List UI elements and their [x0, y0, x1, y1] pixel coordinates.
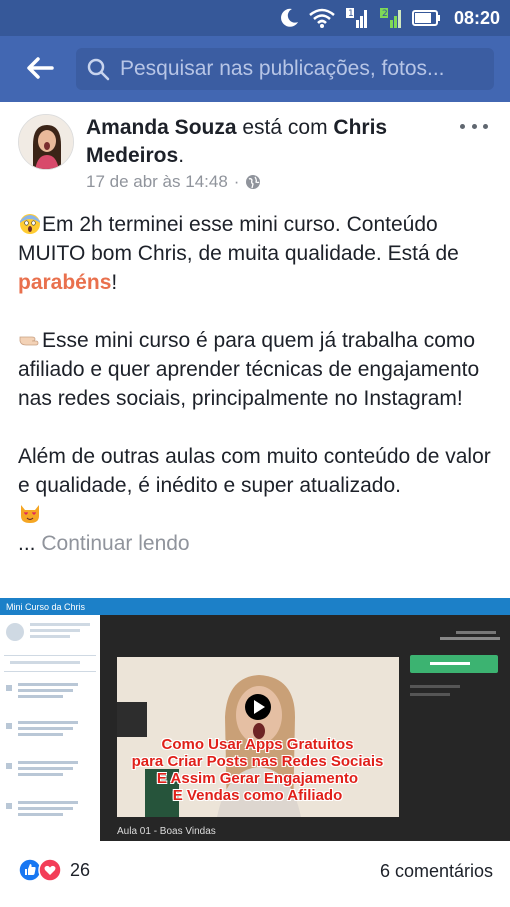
- post-timestamp[interactable]: 17 de abr às 14:48: [86, 172, 228, 192]
- author-avatar[interactable]: [18, 114, 74, 170]
- continue-reading-link[interactable]: Continuar lendo: [41, 532, 189, 555]
- post-paragraph-3: Além de outras aulas com muito conteúdo …: [18, 442, 498, 529]
- author-name[interactable]: Amanda Souza: [86, 116, 237, 139]
- pointing-hand-emoji-icon: [19, 336, 39, 346]
- dot-icon: [483, 123, 488, 129]
- highlight-word: parabéns: [18, 271, 112, 294]
- course-sidebar: [0, 615, 100, 841]
- lesson-caption: Aula 01 - Boas Vindas: [117, 826, 216, 837]
- app-bar: [0, 36, 510, 102]
- post-paragraph-2: Esse mini curso é para quem já trabalha …: [18, 326, 498, 413]
- continue-reading-line: ... Continuar lendo: [18, 532, 190, 555]
- paragraph-3-text: Além de outras aulas com muito conteúdo …: [18, 445, 491, 497]
- dot-icon: [460, 123, 465, 129]
- meta-separator: ·: [233, 172, 240, 191]
- post-meta: 17 de abr às 14:48 ·: [86, 172, 261, 192]
- post-options-button[interactable]: [456, 114, 492, 138]
- wifi-icon: [309, 8, 335, 28]
- sidebar-lessons: [4, 623, 96, 816]
- video-overlay-caption: Como Usar Apps Gratuitos para Criar Post…: [131, 736, 384, 804]
- battery-icon: [411, 10, 440, 26]
- heart-eyes-cat-emoji-icon: [21, 505, 39, 523]
- svg-text:1: 1: [348, 9, 354, 19]
- search-icon: [87, 58, 110, 81]
- post-body: Em 2h terminei esse mini curso. Conteúdo…: [18, 210, 498, 558]
- status-bar: 1 2 08:20: [0, 0, 510, 36]
- paragraph-2-text: Esse mini curso é para quem já trabalha …: [18, 329, 480, 410]
- post-paragraph-1: Em 2h terminei esse mini curso. Conteúdo…: [18, 213, 459, 294]
- signal-sim1-icon: 1: [345, 8, 367, 28]
- with-connector: está com: [242, 116, 328, 139]
- back-button[interactable]: [20, 50, 60, 86]
- paragraph-1-text: Em 2h terminei esse mini curso. Conteúdo…: [18, 213, 459, 265]
- avatar-image: [19, 115, 73, 169]
- course-title: Mini Curso da Chris: [6, 601, 86, 612]
- reactions-summary[interactable]: 26: [18, 858, 90, 882]
- globe-icon: [246, 175, 261, 189]
- arrow-left-icon: [27, 57, 54, 79]
- search-bar[interactable]: [76, 48, 494, 90]
- post-author-line: Amanda Souza está com Chris Medeiros.: [86, 116, 388, 167]
- reaction-count: 26: [70, 859, 91, 880]
- comments-count-link[interactable]: 6 comentários: [380, 861, 493, 882]
- search-input[interactable]: [120, 57, 490, 81]
- status-icons: 1 2 08:20: [278, 5, 500, 31]
- status-time: 08:20: [453, 7, 500, 28]
- love-icon: [38, 858, 62, 882]
- moon-icon: [281, 8, 298, 27]
- face-screaming-emoji-icon: [20, 214, 40, 234]
- svg-text:2: 2: [382, 9, 388, 19]
- dot-icon: [471, 123, 477, 129]
- signal-sim2-icon: 2: [379, 8, 401, 28]
- course-topbar: Mini Curso da Chris: [0, 598, 510, 615]
